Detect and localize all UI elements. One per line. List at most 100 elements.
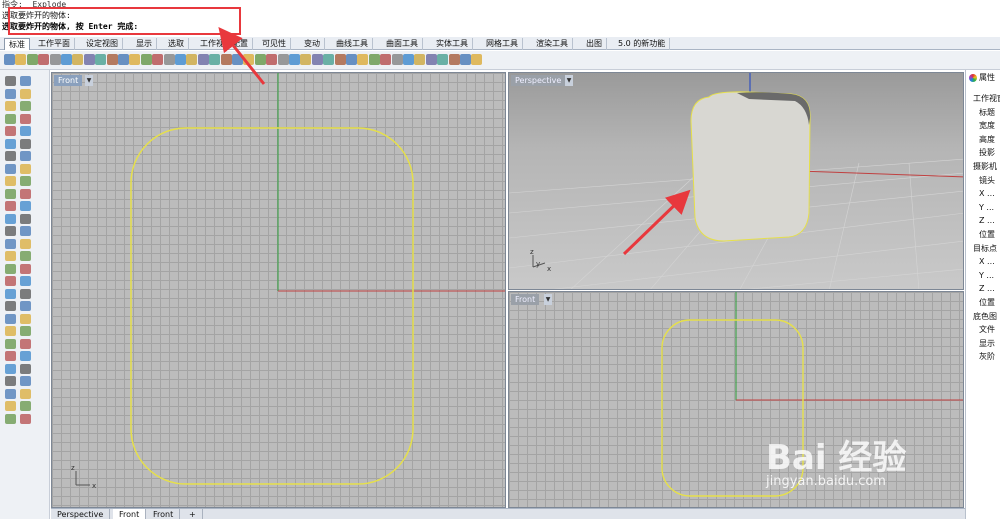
toolbox-tool-icon[interactable]	[5, 76, 16, 86]
property-field[interactable]: 镜头	[979, 176, 995, 186]
property-section[interactable]: 工作视窗	[973, 94, 1000, 104]
toolbox-tool-icon[interactable]	[20, 76, 31, 86]
toolbox-tool-icon[interactable]	[5, 126, 16, 136]
toolbox-tool-icon[interactable]	[5, 188, 16, 199]
toolbar-tool-icon[interactable]	[83, 54, 95, 65]
toolbar-tool-icon[interactable]	[129, 54, 141, 65]
toolbar-tool-icon[interactable]	[380, 54, 392, 65]
viewport-tab[interactable]: Front	[113, 509, 147, 519]
toolbox-tool-icon[interactable]	[20, 188, 31, 199]
toolbar-tool-icon[interactable]	[357, 54, 369, 65]
toolbar-tool-icon[interactable]	[334, 54, 346, 65]
front-viewport-small[interactable]: Front ▼	[508, 291, 964, 508]
toolbar-tool-icon[interactable]	[220, 54, 232, 65]
toolbar-tool-icon[interactable]	[243, 54, 255, 65]
property-field[interactable]: 位置	[979, 298, 995, 308]
toolbar-tool-icon[interactable]	[311, 54, 323, 65]
toolbar-tab[interactable]: 工作平面	[34, 38, 75, 50]
toolbox-tool-icon[interactable]	[20, 138, 31, 149]
toolbar-tool-icon[interactable]	[163, 54, 175, 65]
toolbox-tool-icon[interactable]	[5, 251, 16, 261]
property-field[interactable]: Y ...	[979, 271, 994, 281]
toolbar-tool-icon[interactable]	[197, 54, 209, 65]
toolbox-tool-icon[interactable]	[20, 313, 31, 324]
property-section[interactable]: 目标点	[973, 244, 997, 254]
viewport-menu-arrow-icon[interactable]: ▼	[544, 294, 552, 305]
toolbox-tool-icon[interactable]	[20, 338, 31, 349]
toolbox-tool-icon[interactable]	[20, 113, 31, 124]
toolbox-tool-icon[interactable]	[5, 113, 16, 124]
toolbar-tool-icon[interactable]	[368, 54, 380, 65]
toolbar-tool-icon[interactable]	[209, 54, 221, 65]
toolbar-tool-icon[interactable]	[414, 54, 426, 65]
toolbar-tool-icon[interactable]	[186, 54, 198, 65]
toolbox-tool-icon[interactable]	[20, 363, 31, 374]
toolbox-tool-icon[interactable]	[20, 226, 31, 236]
toolbar-tab[interactable]: 曲面工具	[382, 38, 423, 50]
toolbox-tool-icon[interactable]	[20, 301, 31, 311]
toolbox-tool-icon[interactable]	[20, 326, 31, 336]
toolbox-tool-icon[interactable]	[20, 276, 31, 286]
toolbox-tool-icon[interactable]	[5, 138, 16, 149]
toolbox-tool-icon[interactable]	[20, 413, 31, 424]
toolbar-tool-icon[interactable]	[175, 54, 186, 65]
property-section[interactable]: 底色图	[973, 312, 997, 322]
toolbar-tool-icon[interactable]	[266, 54, 278, 65]
toolbar-tool-icon[interactable]	[118, 54, 129, 65]
toolbox-tool-icon[interactable]	[5, 363, 16, 374]
front-viewport[interactable]: z x Front ▼	[51, 72, 506, 508]
toolbar-tool-icon[interactable]	[289, 54, 300, 65]
toolbox-tool-icon[interactable]	[5, 388, 16, 399]
toolbox-tool-icon[interactable]	[20, 213, 31, 224]
toolbox-tool-icon[interactable]	[20, 251, 31, 261]
viewport-title[interactable]: Front	[54, 75, 83, 86]
toolbar-tool-icon[interactable]	[140, 54, 152, 65]
add-viewport-tab[interactable]: +	[183, 509, 203, 519]
toolbar-tool-icon[interactable]	[277, 54, 289, 65]
toolbox-tool-icon[interactable]	[5, 226, 16, 236]
toolbar-tool-icon[interactable]	[300, 54, 312, 65]
rounded-rectangle-curve[interactable]	[130, 127, 414, 485]
toolbar-tool-icon[interactable]	[4, 54, 15, 65]
toolbox-tool-icon[interactable]	[20, 126, 31, 136]
property-field[interactable]: 位置	[979, 230, 995, 240]
toolbar-tool-icon[interactable]	[391, 54, 403, 65]
toolbar-tool-icon[interactable]	[403, 54, 414, 65]
toolbox-tool-icon[interactable]	[5, 276, 16, 286]
toolbar-tab[interactable]: 曲线工具	[332, 38, 373, 50]
toolbar-tab[interactable]: 5.0 的新功能	[614, 38, 671, 50]
toolbox-tool-icon[interactable]	[20, 376, 31, 386]
toolbar-tool-icon[interactable]	[15, 54, 27, 65]
toolbar-tab[interactable]: 显示	[132, 38, 157, 50]
toolbox-tool-icon[interactable]	[5, 163, 16, 174]
toolbox-tool-icon[interactable]	[5, 288, 16, 299]
property-field[interactable]: 宽度	[979, 121, 995, 131]
toolbox-tool-icon[interactable]	[5, 376, 16, 386]
property-field[interactable]: 标题	[979, 108, 995, 118]
toolbar-tab[interactable]: 可见性	[258, 38, 291, 50]
toolbox-tool-icon[interactable]	[5, 176, 16, 186]
property-section[interactable]: 摄影机	[973, 162, 997, 172]
toolbox-tool-icon[interactable]	[20, 351, 31, 361]
viewport-tab[interactable]: Front	[147, 509, 181, 519]
viewport-title[interactable]: Perspective	[511, 75, 566, 86]
property-field[interactable]: 高度	[979, 135, 995, 145]
toolbox-tool-icon[interactable]	[20, 101, 31, 111]
property-field[interactable]: 文件	[979, 325, 995, 335]
toolbar-tool-icon[interactable]	[49, 54, 61, 65]
toolbar-tool-icon[interactable]	[471, 54, 483, 65]
toolbar-tab[interactable]: 标准	[4, 38, 30, 50]
toolbar-tab[interactable]: 设定视图	[82, 38, 123, 50]
toolbar-tool-icon[interactable]	[346, 54, 357, 65]
toolbar-tab[interactable]: 变动	[300, 38, 325, 50]
toolbar-tool-icon[interactable]	[232, 54, 243, 65]
toolbox-tool-icon[interactable]	[5, 201, 16, 211]
toolbar-tool-icon[interactable]	[460, 54, 471, 65]
toolbar-tab[interactable]: 实体工具	[432, 38, 473, 50]
toolbar-tab[interactable]: 选取	[164, 38, 189, 50]
property-field[interactable]: X ...	[979, 189, 995, 199]
property-field[interactable]: 显示	[979, 339, 995, 349]
toolbar-tool-icon[interactable]	[254, 54, 266, 65]
toolbox-tool-icon[interactable]	[20, 176, 31, 186]
toolbox-tool-icon[interactable]	[20, 238, 31, 249]
